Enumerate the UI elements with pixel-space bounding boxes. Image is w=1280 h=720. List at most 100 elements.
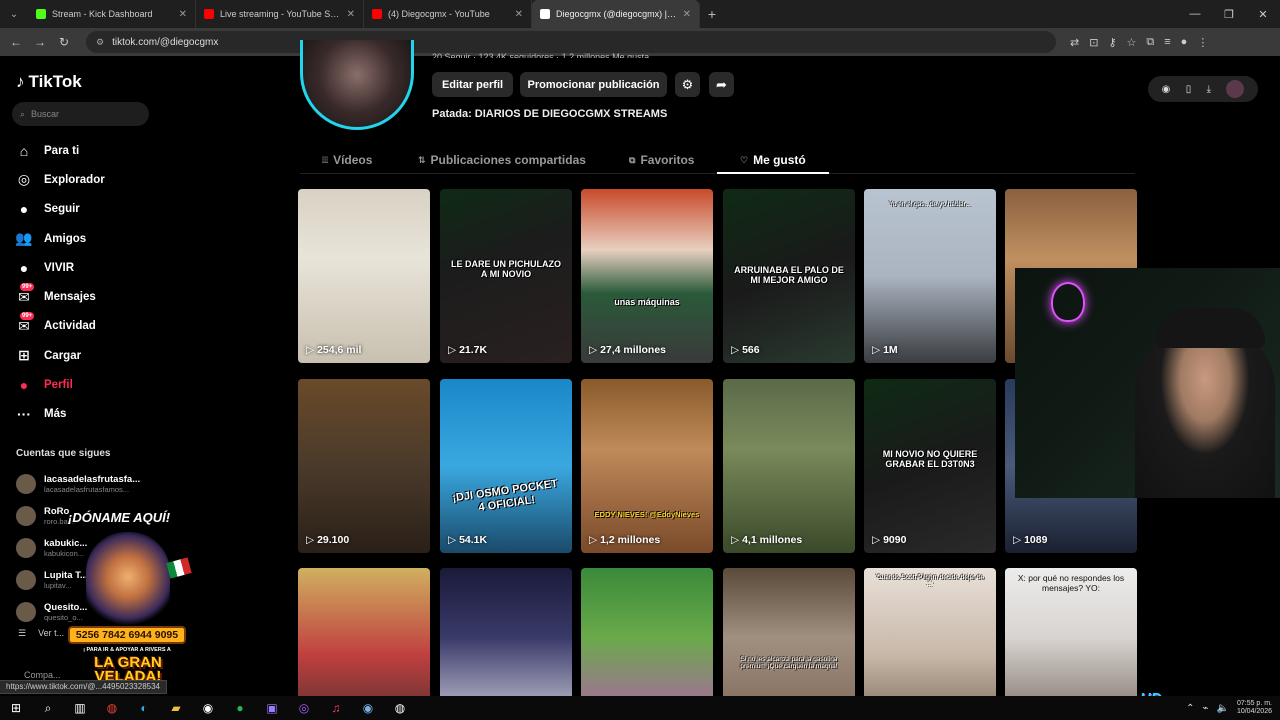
sidebar-item-mensajes[interactable]: ✉ 99+ Mensajes <box>14 282 105 311</box>
promote-post-button[interactable]: Promocionar publicación <box>520 72 667 97</box>
video-thumbnail[interactable]: ARRUINABA EL PALO DE MI MEJOR AMIGO ▷ 566 <box>723 189 855 363</box>
sidebar-item-más[interactable]: ··· Más <box>14 400 105 429</box>
video-caption: EDDY NIEVES! @EddyNieves <box>594 510 700 519</box>
explorer-icon[interactable]: ▰ <box>160 696 192 720</box>
video-thumbnail[interactable]: EDDY NIEVES! @EddyNieves ▷ 1,2 millones <box>581 379 713 553</box>
close-window-icon[interactable]: ✕ <box>1246 0 1280 28</box>
sidebar-item-para-ti[interactable]: ⌂ Para ti <box>14 136 105 165</box>
tab-close-icon[interactable]: ✕ <box>515 9 523 20</box>
key-icon[interactable]: ⚷ <box>1108 36 1116 49</box>
sidebar-item-vivir[interactable]: ● VIVIR <box>14 253 105 282</box>
browser-tab[interactable]: Stream - Kick Dashboard ✕ <box>28 0 196 28</box>
steam-icon[interactable]: ◉ <box>352 696 384 720</box>
menu-icon[interactable]: ⋮ <box>1197 36 1208 49</box>
new-tab-button[interactable]: + <box>700 6 724 22</box>
download-icon[interactable]: ⤓ <box>1207 84 1211 95</box>
sidebar-item-cargar[interactable]: ⊞ Cargar <box>14 341 105 370</box>
search-taskbar-icon[interactable]: ⌕ <box>32 696 64 720</box>
tab-search-icon[interactable]: ⌄ <box>0 0 28 28</box>
edge-icon[interactable]: ◐ <box>128 696 160 720</box>
video-thumbnail[interactable]: ▷ 4,1 millones <box>723 379 855 553</box>
share-arrow-icon[interactable]: ➦ <box>709 72 734 97</box>
video-thumbnail[interactable]: ¡DJI OSMO POCKET 4 OFICIAL! ▷ 54.1K <box>440 379 572 553</box>
view-count: ▷ 21.7K <box>448 344 488 356</box>
video-thumbnail[interactable]: Yo en el gas.. de yo hablar... ▷ 1M <box>864 189 996 363</box>
app-purple-icon[interactable]: ◎ <box>288 696 320 720</box>
tiktok-logo[interactable]: ♪ TikTok <box>16 72 82 92</box>
device-icon[interactable]: ▯ <box>1186 84 1192 95</box>
tab-bookmark[interactable]: ⧉ Favoritos <box>629 146 694 174</box>
sidebar-item-perfil[interactable]: ● Perfil <box>14 370 105 399</box>
media-icon[interactable]: ≡ <box>1164 36 1170 49</box>
sidebar-item-actividad[interactable]: ✉ 99+ Actividad <box>14 312 105 341</box>
obs-icon[interactable]: ◉ <box>192 696 224 720</box>
chrome-icon[interactable]: ◍ <box>96 696 128 720</box>
reload-icon[interactable]: ↻ <box>52 35 76 49</box>
spotify-icon[interactable]: ● <box>224 696 256 720</box>
site-info-icon[interactable]: ⚙ <box>96 37 104 48</box>
windows-start-icon[interactable]: ⊞ <box>0 696 32 720</box>
network-icon[interactable]: ⌁ <box>1202 703 1208 714</box>
sidebar-item-seguir[interactable]: ● Seguir <box>14 195 105 224</box>
forward-icon[interactable]: → <box>28 35 52 49</box>
browser-tab[interactable]: Diegocgmx (@diegocgmx) | TikTok ✕ <box>532 0 700 28</box>
install-icon[interactable]: ⊡ <box>1089 36 1098 49</box>
tab-title: (4) Diegocgmx - YouTube <box>388 9 490 19</box>
avatar <box>16 538 36 558</box>
video-thumbnail[interactable]: unas máquinas ▷ 27,4 millones <box>581 189 713 363</box>
profile-avatar[interactable] <box>300 40 414 130</box>
tab-heart[interactable]: ♡ Me gustó <box>740 146 806 174</box>
following-icon: ● <box>19 201 29 218</box>
following-account[interactable]: lacasadelasfrutasfa... lacasadelasfrutas… <box>16 468 140 500</box>
edit-profile-button[interactable]: Editar perfil <box>432 72 513 97</box>
video-thumbnail[interactable]: ▷ 254,6 mil <box>298 189 430 363</box>
premiere-icon[interactable]: ▣ <box>256 696 288 720</box>
repost-icon: ⇅ <box>418 154 426 165</box>
extensions-icon[interactable]: ⧉ <box>1146 36 1154 49</box>
notification-badge: 99+ <box>20 283 35 292</box>
sidebar-nav: ⌂ Para ti ◎ Explorador ● Seguir 👥 Amigos ● V… <box>14 136 105 429</box>
clock[interactable]: 07:55 p. m. 10/04/2026 <box>1237 700 1272 717</box>
avatar <box>16 602 36 622</box>
music-icon[interactable]: ♫ <box>320 696 352 720</box>
mexico-flag-icon <box>166 557 192 579</box>
video-thumbnail[interactable]: LE DARE UN PICHULAZO A MI NOVIO ▷ 21.7K <box>440 189 572 363</box>
browser-tab[interactable]: Live streaming - YouTube Studio ✕ <box>196 0 364 28</box>
tray-chevron-icon[interactable]: ⌃ <box>1186 703 1194 714</box>
companies-link[interactable]: Compa... <box>24 670 61 680</box>
see-more-link[interactable]: ☰ Ver t... <box>18 628 64 639</box>
streamer-figure <box>1135 328 1275 498</box>
minimize-icon[interactable]: — <box>1178 0 1212 28</box>
tab-title: Stream - Kick Dashboard <box>52 9 153 19</box>
tab-close-icon[interactable]: ✕ <box>347 9 355 20</box>
translate-icon[interactable]: ⇄ <box>1070 36 1079 49</box>
tab-label: Vídeos <box>333 153 373 167</box>
sidebar-item-explorador[interactable]: ◎ Explorador <box>14 165 105 194</box>
user-avatar[interactable] <box>1226 80 1245 98</box>
browser-tab[interactable]: (4) Diegocgmx - YouTube ✕ <box>364 0 532 28</box>
tab-repost[interactable]: ⇅ Publicaciones compartidas <box>418 146 586 174</box>
coins-icon[interactable]: ◉ <box>1162 84 1171 95</box>
sidebar-item-amigos[interactable]: 👥 Amigos <box>14 224 105 253</box>
app-white-icon[interactable]: ◍ <box>384 696 416 720</box>
url-field[interactable]: ⚙ tiktok.com/@diegocgmx <box>86 31 1056 53</box>
task-view-icon[interactable]: ▥ <box>64 696 96 720</box>
avatar <box>16 474 36 494</box>
tab-close-icon[interactable]: ✕ <box>179 9 187 20</box>
search-input[interactable]: ⌕ Buscar <box>12 102 149 126</box>
profile-avatar-icon[interactable]: ● <box>1181 36 1188 49</box>
back-icon[interactable]: ← <box>4 35 28 49</box>
video-thumbnail[interactable]: ▷ 29.100 <box>298 379 430 553</box>
video-thumbnail[interactable]: MI NOVIO NO QUIERE GRABAR EL D3T0N3 ▷ 9090 <box>864 379 996 553</box>
tab-label: Favoritos <box>640 153 695 167</box>
sidebar-item-label: Amigos <box>44 232 87 245</box>
tab-grid[interactable]: ⦙⦙⦙ Vídeos <box>322 146 372 174</box>
tab-close-icon[interactable]: ✕ <box>683 9 691 20</box>
view-count: ▷ 29.100 <box>306 534 350 546</box>
settings-gear-icon[interactable]: ⚙ <box>675 72 700 97</box>
restore-icon[interactable]: ❐ <box>1212 0 1246 28</box>
extensions-area: ⇄ ⊡ ⚷ ☆ ⧉ ≡ ● ⋮ <box>1070 36 1208 49</box>
video-caption: Yo en el gas.. de yo hablar... <box>889 201 971 208</box>
volume-icon[interactable]: 🔈 <box>1217 703 1229 714</box>
bookmark-star-icon[interactable]: ☆ <box>1127 36 1137 49</box>
